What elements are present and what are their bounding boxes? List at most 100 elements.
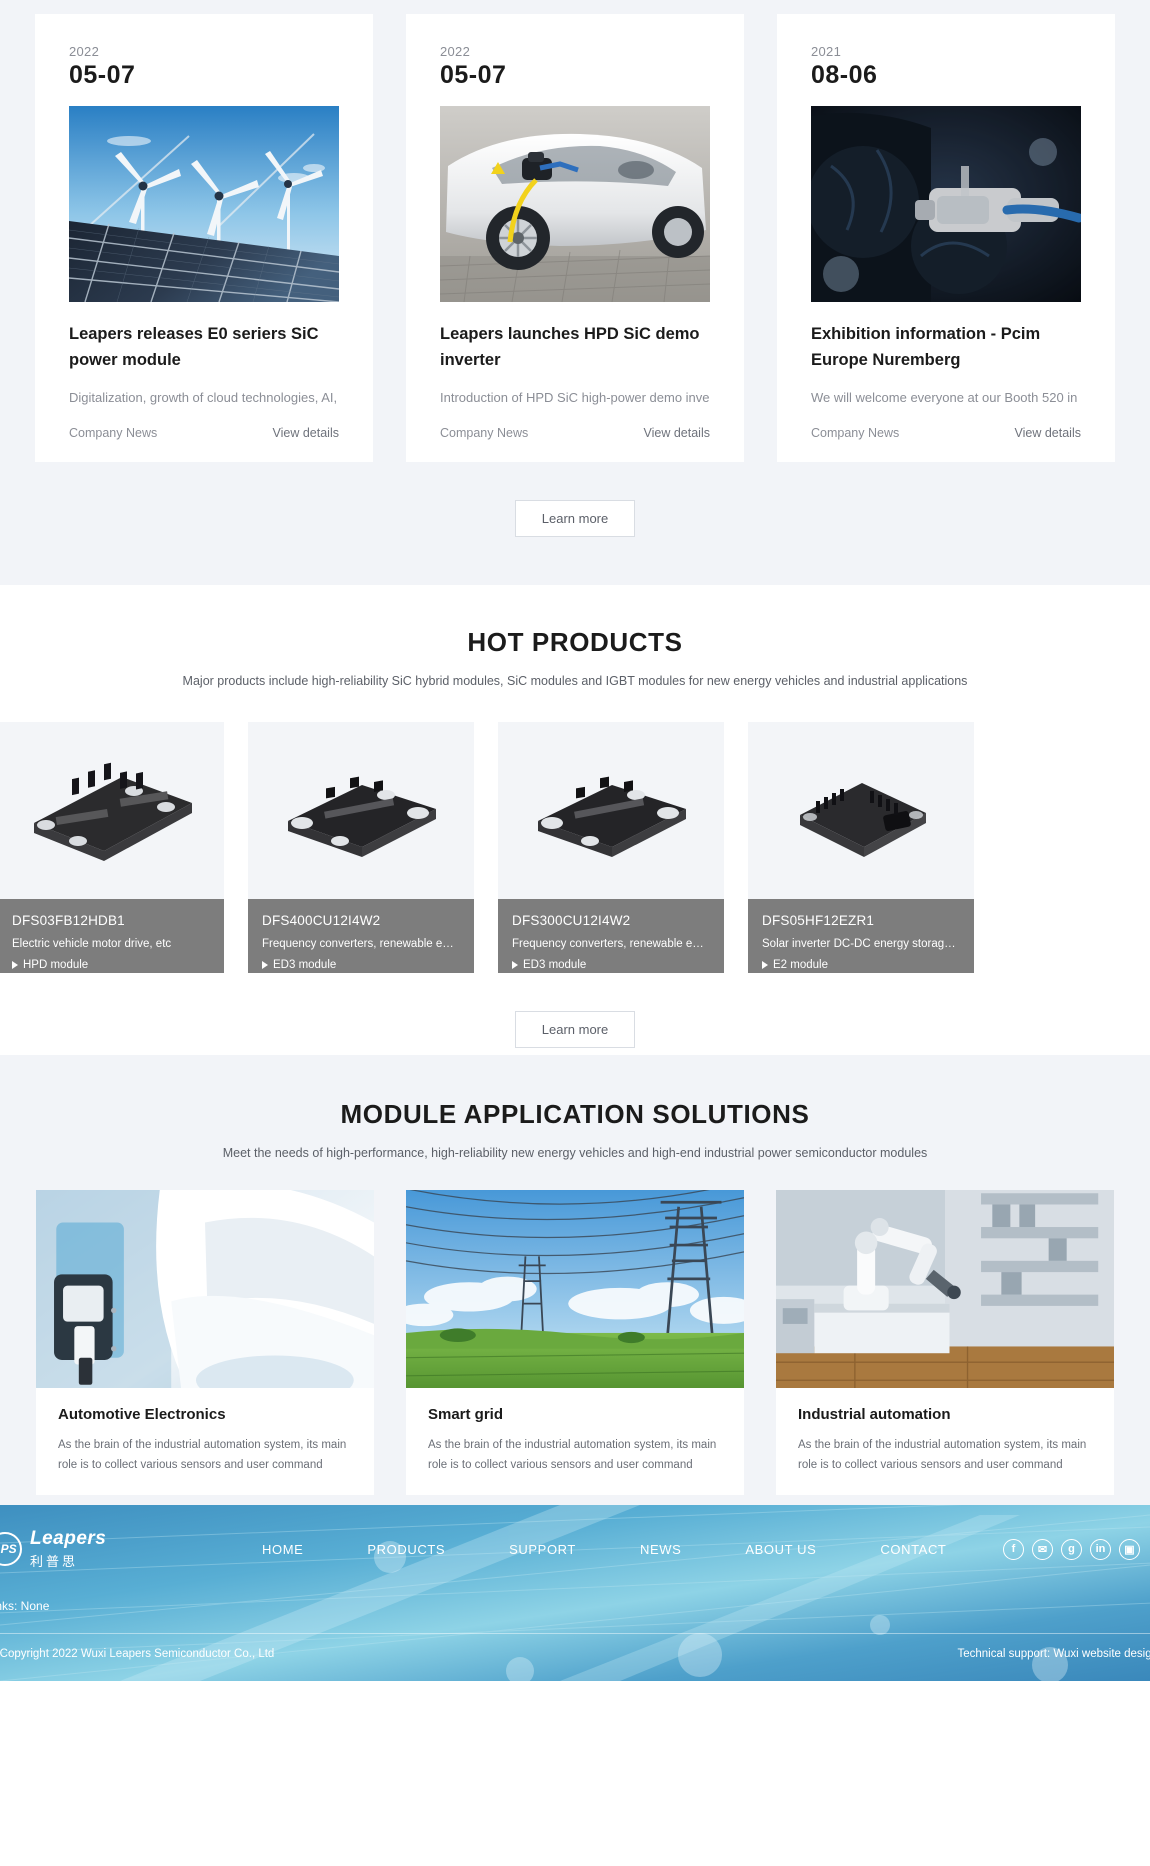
- product-name: DFS300CU12I4W2: [512, 913, 631, 928]
- product-card[interactable]: DFS05HF12EZR1 Solar inverter DC-DC energ…: [748, 722, 974, 973]
- hot-products-subtitle: Major products include high-reliability …: [182, 674, 968, 688]
- news-excerpt: Introduction of HPD SiC high-power demo …: [440, 390, 710, 405]
- solution-body: Automotive Electronics As the brain of t…: [36, 1388, 374, 1479]
- footer-nav: HOME PRODUCTS SUPPORT NEWS ABOUT US CONT…: [230, 1542, 1003, 1557]
- logo-name-en: Leapers: [30, 1528, 107, 1549]
- facebook-icon[interactable]: f: [1003, 1538, 1024, 1560]
- news-section: 2022 05-07 Leapers releases E0 seriers S…: [0, 0, 1150, 585]
- product-description: Frequency converters, renewable energy, …: [262, 938, 460, 950]
- nav-news[interactable]: NEWS: [608, 1542, 713, 1557]
- view-details-link[interactable]: View details: [644, 426, 710, 440]
- product-tag-label: ED3 module: [273, 959, 337, 971]
- news-date: 08-06: [811, 61, 878, 89]
- power-module-image: [498, 722, 724, 899]
- news-year: 2022: [440, 44, 471, 59]
- power-module-image: [748, 722, 974, 899]
- news-category: Company News: [811, 425, 900, 440]
- product-card[interactable]: DFS03FB12HDB1 Electric vehicle motor dri…: [0, 722, 224, 973]
- power-module-image: [0, 722, 224, 899]
- news-title[interactable]: Exhibition information - Pcim Europe Nur…: [811, 322, 1081, 374]
- nav-home[interactable]: HOME: [230, 1542, 335, 1557]
- ev-connector-image: [811, 106, 1081, 302]
- solution-title: Automotive Electronics: [58, 1406, 226, 1423]
- solution-text: As the brain of the industrial automatio…: [798, 1439, 1087, 1472]
- nav-about-us[interactable]: ABOUT US: [713, 1542, 848, 1557]
- leapers-logo-icon: LPS: [0, 1532, 22, 1566]
- solution-body: Smart grid As the brain of the industria…: [406, 1388, 744, 1479]
- nav-support[interactable]: SUPPORT: [477, 1542, 608, 1557]
- footer-top: LPS Leapers 利普思 HOME PRODUCTS SUPPORT NE…: [0, 1505, 1150, 1593]
- product-name: DFS05HF12EZR1: [762, 913, 875, 928]
- triangle-right-icon: [12, 961, 18, 969]
- news-card[interactable]: 2022 05-07: [406, 14, 744, 462]
- logo-name-cn: 利普思: [30, 1554, 79, 1569]
- solutions-section: MODULE APPLICATION SOLUTIONS Meet the ne…: [0, 1055, 1150, 1505]
- news-year: 2021: [811, 44, 842, 59]
- footer-logo[interactable]: LPS Leapers 利普思: [0, 1528, 188, 1570]
- copyright-text: © Copyright 2022 Wuxi Leapers Semiconduc…: [0, 1648, 275, 1660]
- nav-products[interactable]: PRODUCTS: [335, 1542, 477, 1557]
- logo-text: Leapers 利普思: [30, 1528, 106, 1570]
- product-name: DFS03FB12HDB1: [12, 913, 125, 928]
- solution-title: Industrial automation: [798, 1406, 951, 1423]
- product-card[interactable]: DFS400CU12I4W2 Frequency converters, ren…: [248, 722, 474, 973]
- homepage: 2022 05-07 Leapers releases E0 seriers S…: [0, 0, 1150, 1866]
- footer-bottom: © Copyright 2022 Wuxi Leapers Semiconduc…: [0, 1634, 1150, 1660]
- news-category: Company News: [440, 425, 529, 440]
- news-title[interactable]: Leapers releases E0 seriers SiC power mo…: [69, 322, 339, 374]
- product-name: DFS400CU12I4W2: [262, 913, 381, 928]
- news-card[interactable]: 2021 08-06 Exhibition information - Pcim…: [777, 14, 1115, 462]
- solution-card[interactable]: Automotive Electronics As the brain of t…: [36, 1190, 374, 1495]
- product-info: DFS300CU12I4W2 Frequency converters, ren…: [498, 899, 724, 973]
- view-details-link[interactable]: View details: [273, 426, 339, 440]
- linkedin-icon[interactable]: in: [1090, 1538, 1111, 1560]
- product-tag[interactable]: HPD module: [12, 959, 210, 971]
- solution-text: As the brain of the industrial automatio…: [428, 1439, 717, 1472]
- view-details-link[interactable]: View details: [1015, 426, 1081, 440]
- product-info: DFS05HF12EZR1 Solar inverter DC-DC energ…: [748, 899, 974, 973]
- news-category: Company News: [69, 425, 158, 440]
- hot-products-section: HOT PRODUCTS Major products include high…: [0, 585, 1150, 1055]
- social-links: f ✉ g in ▣: [1003, 1538, 1140, 1560]
- site-footer: LPS Leapers 利普思 HOME PRODUCTS SUPPORT NE…: [0, 1505, 1150, 1681]
- hot-products-title: HOT PRODUCTS: [467, 627, 683, 657]
- news-date: 05-07: [440, 61, 507, 89]
- product-tag[interactable]: ED3 module: [262, 959, 460, 971]
- solution-card[interactable]: Smart grid As the brain of the industria…: [406, 1190, 744, 1495]
- smart-grid-image: [406, 1190, 744, 1388]
- news-date: 05-07: [69, 61, 136, 89]
- industrial-automation-image: [776, 1190, 1114, 1388]
- product-tag[interactable]: E2 module: [762, 959, 960, 971]
- solution-card[interactable]: Industrial automation As the brain of th…: [776, 1190, 1114, 1495]
- product-tag[interactable]: ED3 module: [512, 959, 710, 971]
- solutions-subtitle: Meet the needs of high-performance, high…: [222, 1146, 928, 1160]
- solutions-title: MODULE APPLICATION SOLUTIONS: [340, 1099, 810, 1129]
- news-learn-more-button[interactable]: Learn more: [514, 499, 636, 537]
- news-excerpt: We will welcome everyone at our Booth 52…: [811, 390, 1081, 405]
- product-description: Frequency converters, renewable energy, …: [512, 938, 710, 950]
- solutions-row: Automotive Electronics As the brain of t…: [0, 1190, 1150, 1495]
- solution-title: Smart grid: [428, 1406, 504, 1423]
- nav-contact[interactable]: CONTACT: [848, 1542, 978, 1557]
- power-module-image: [248, 722, 474, 899]
- product-card[interactable]: DFS300CU12I4W2 Frequency converters, ren…: [498, 722, 724, 973]
- products-learn-more-button[interactable]: Learn more: [514, 1011, 636, 1048]
- news-title[interactable]: Leapers launches HPD SiC demo inverter: [440, 322, 710, 374]
- news-excerpt: Digitalization, growth of cloud technolo…: [69, 390, 339, 405]
- technical-support-text[interactable]: Technical support: Wuxi website design: [957, 1648, 1150, 1660]
- solution-text: As the brain of the industrial automatio…: [58, 1439, 347, 1472]
- footer-links: Links: None: [0, 1599, 50, 1613]
- automotive-electronics-image: [36, 1190, 374, 1388]
- product-description: Electric vehicle motor drive, etc: [12, 938, 172, 950]
- news-meta: Company News View details: [440, 426, 710, 440]
- news-year: 2022: [69, 44, 100, 59]
- instagram-icon[interactable]: ▣: [1119, 1538, 1140, 1560]
- triangle-right-icon: [762, 961, 768, 969]
- product-tag-label: ED3 module: [523, 959, 587, 971]
- news-card[interactable]: 2022 05-07: [35, 14, 373, 462]
- products-learn-more-wrap: Learn more: [0, 1011, 1150, 1048]
- google-plus-icon[interactable]: g: [1061, 1538, 1082, 1560]
- solution-body: Industrial automation As the brain of th…: [776, 1388, 1114, 1479]
- news-learn-more-wrap: Learn more: [0, 499, 1150, 537]
- twitter-icon[interactable]: ✉: [1032, 1538, 1053, 1560]
